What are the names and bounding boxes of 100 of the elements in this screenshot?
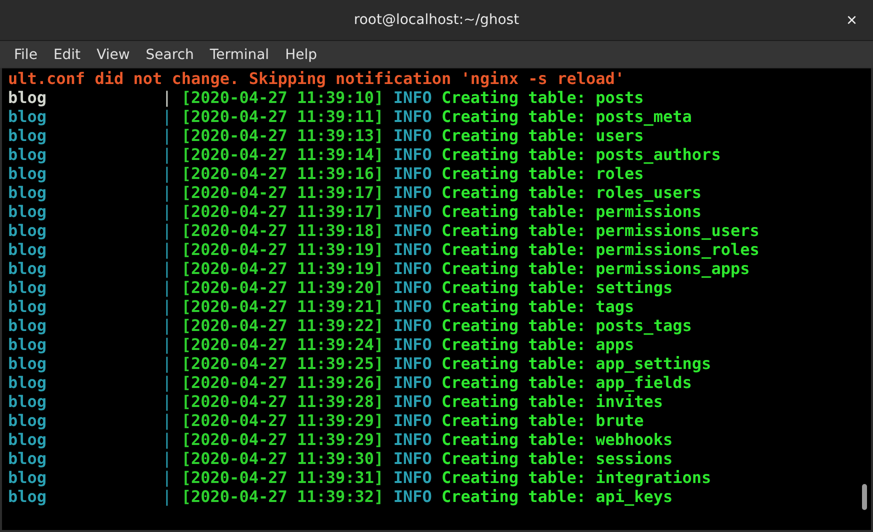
service-name: blog: [8, 449, 48, 468]
column-separator: |: [162, 392, 173, 411]
column-separator: |: [162, 487, 173, 506]
service-name: blog: [8, 335, 48, 354]
service-name: blog: [8, 259, 48, 278]
column-separator: |: [162, 354, 173, 373]
log-message: Creating table: permissions: [441, 202, 702, 221]
log-timestamp: [2020-04-27 11:39:18]: [181, 221, 384, 240]
log-level: INFO: [393, 335, 432, 354]
log-timestamp: [2020-04-27 11:39:17]: [181, 202, 384, 221]
log-level: INFO: [393, 145, 432, 164]
log-message: Creating table: sessions: [441, 449, 673, 468]
column-separator: |: [162, 221, 173, 240]
log-message: Creating table: posts_meta: [441, 107, 692, 126]
log-message: Creating table: permissions_roles: [441, 240, 760, 259]
menu-item[interactable]: Edit: [45, 46, 89, 62]
log-level: INFO: [393, 202, 432, 221]
service-name: blog: [8, 297, 48, 316]
service-name: blog: [8, 392, 48, 411]
log-timestamp: [2020-04-27 11:39:29]: [181, 411, 384, 430]
close-button[interactable]: ×: [844, 10, 859, 30]
window-title: root@localhost:~/ghost: [354, 12, 520, 28]
menu-item[interactable]: View: [88, 46, 138, 62]
menu-item[interactable]: Terminal: [202, 46, 278, 62]
log-level: INFO: [393, 240, 432, 259]
log-message: Creating table: settings: [441, 278, 673, 297]
log-level: INFO: [393, 278, 432, 297]
log-level: INFO: [393, 392, 432, 411]
log-message: Creating table: posts: [441, 88, 644, 107]
log-timestamp: [2020-04-27 11:39:21]: [181, 297, 384, 316]
column-separator: |: [162, 145, 173, 164]
menu-item[interactable]: Search: [138, 46, 202, 62]
service-name: blog: [8, 411, 48, 430]
service-name: blog: [8, 126, 48, 145]
service-name: blog: [8, 468, 48, 487]
log-level: INFO: [393, 221, 432, 240]
service-name: blog: [8, 164, 48, 183]
log-message: Creating table: permissions_apps: [441, 259, 750, 278]
log-timestamp: [2020-04-27 11:39:29]: [181, 430, 384, 449]
log-message: Creating table: roles: [441, 164, 644, 183]
column-separator: |: [162, 259, 173, 278]
log-level: INFO: [393, 411, 432, 430]
column-separator: |: [162, 335, 173, 354]
column-separator: |: [162, 297, 173, 316]
column-separator: |: [162, 411, 173, 430]
service-name: blog: [8, 373, 48, 392]
log-timestamp: [2020-04-27 11:39:11]: [181, 107, 384, 126]
service-name: blog: [8, 221, 48, 240]
log-level: INFO: [393, 468, 432, 487]
log-message: Creating table: tags: [441, 297, 634, 316]
service-name: blog: [8, 183, 48, 202]
log-level: INFO: [393, 373, 432, 392]
log-message: Creating table: integrations: [441, 468, 712, 487]
service-name: blog: [8, 145, 48, 164]
log-message: Creating table: roles_users: [441, 183, 702, 202]
log-timestamp: [2020-04-27 11:39:20]: [181, 278, 384, 297]
column-separator: |: [162, 316, 173, 335]
log-level: INFO: [393, 107, 432, 126]
scrollbar-thumb[interactable]: [862, 484, 867, 510]
log-message: Creating table: permissions_users: [441, 221, 760, 240]
log-timestamp: [2020-04-27 11:39:10]: [181, 88, 384, 107]
service-name: blog: [8, 88, 48, 107]
log-timestamp: [2020-04-27 11:39:26]: [181, 373, 384, 392]
menu-item[interactable]: File: [6, 46, 46, 62]
column-separator: |: [162, 88, 173, 107]
menu-item[interactable]: Help: [277, 46, 325, 62]
column-separator: |: [162, 278, 173, 297]
log-level: INFO: [393, 164, 432, 183]
log-level: INFO: [393, 297, 432, 316]
log-timestamp: [2020-04-27 11:39:19]: [181, 240, 384, 259]
warning-line: ult.conf did not change. Skipping notification 'nginx -s reload': [8, 69, 626, 88]
column-separator: |: [162, 126, 173, 145]
log-timestamp: [2020-04-27 11:39:14]: [181, 145, 384, 164]
log-message: Creating table: app_fields: [441, 373, 692, 392]
log-timestamp: [2020-04-27 11:39:31]: [181, 468, 384, 487]
column-separator: |: [162, 373, 173, 392]
log-message: Creating table: posts_authors: [441, 145, 721, 164]
log-timestamp: [2020-04-27 11:39:24]: [181, 335, 384, 354]
log-message: Creating table: users: [441, 126, 644, 145]
log-timestamp: [2020-04-27 11:39:13]: [181, 126, 384, 145]
column-separator: |: [162, 202, 173, 221]
log-timestamp: [2020-04-27 11:39:16]: [181, 164, 384, 183]
column-separator: |: [162, 468, 173, 487]
log-message: Creating table: invites: [441, 392, 664, 411]
log-level: INFO: [393, 88, 432, 107]
column-separator: |: [162, 183, 173, 202]
log-timestamp: [2020-04-27 11:39:19]: [181, 259, 384, 278]
log-timestamp: [2020-04-27 11:39:25]: [181, 354, 384, 373]
column-separator: |: [162, 430, 173, 449]
service-name: blog: [8, 278, 48, 297]
log-message: Creating table: brute: [441, 411, 644, 430]
column-separator: |: [162, 107, 173, 126]
log-level: INFO: [393, 487, 432, 506]
log-timestamp: [2020-04-27 11:39:22]: [181, 316, 384, 335]
log-level: INFO: [393, 126, 432, 145]
log-message: Creating table: apps: [441, 335, 634, 354]
service-name: blog: [8, 354, 48, 373]
log-level: INFO: [393, 316, 432, 335]
column-separator: |: [162, 240, 173, 259]
log-message: Creating table: app_settings: [441, 354, 712, 373]
